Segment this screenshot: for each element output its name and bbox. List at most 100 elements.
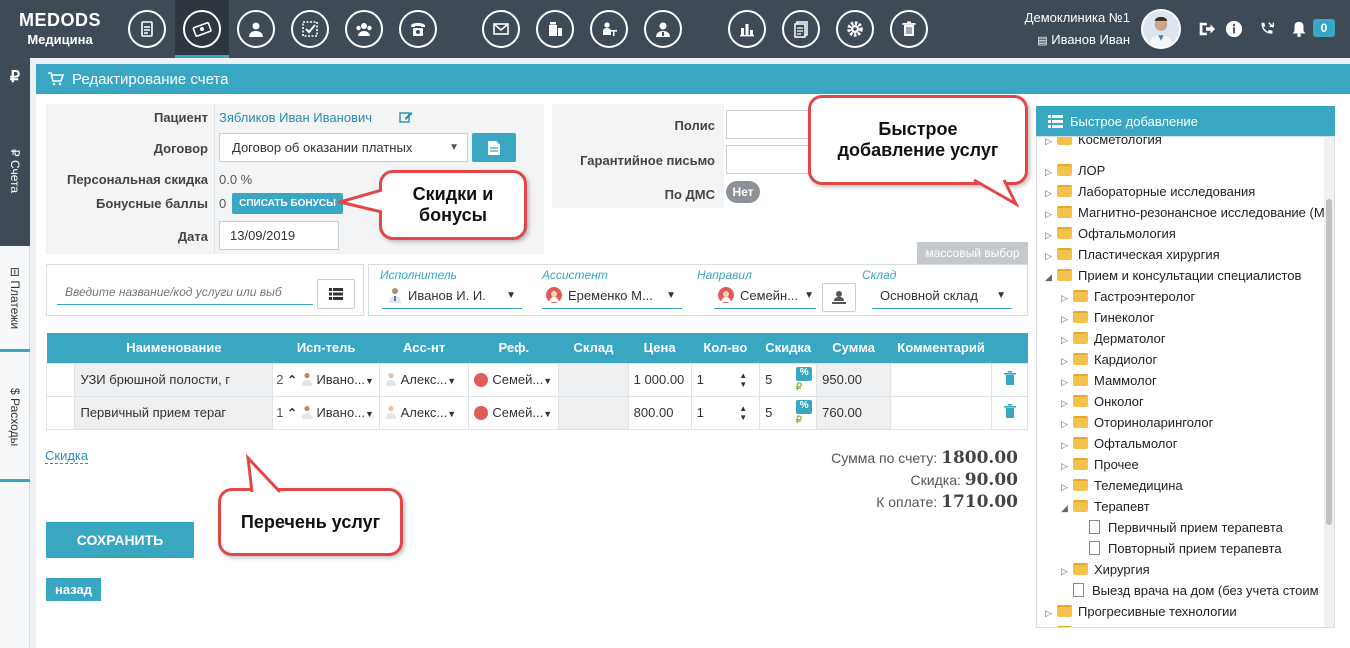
expand-icon[interactable]: ▷: [1061, 435, 1073, 456]
edit-patient-icon[interactable]: [399, 110, 413, 124]
performer-cell[interactable]: 2 ⌃ Ивано...▼: [272, 362, 380, 397]
nav-reception-icon[interactable]: [590, 10, 628, 48]
row-handle[interactable]: [45, 362, 76, 397]
tree-item[interactable]: ▷ Лабораторные исследования: [1045, 181, 1255, 202]
expand-icon[interactable]: ▷: [1045, 183, 1057, 204]
stepper-arrows-icon[interactable]: ▲ ▼: [739, 371, 747, 389]
tree-item[interactable]: ▷ Гастроэнтеролог: [1061, 286, 1195, 307]
collapse-icon[interactable]: ◢: [1045, 267, 1057, 288]
user-avatar[interactable]: [1141, 9, 1181, 49]
dms-toggle[interactable]: Нет: [726, 181, 760, 203]
column-header[interactable]: Цена: [628, 333, 692, 363]
expand-icon[interactable]: ▷: [1045, 624, 1057, 627]
column-header[interactable]: Наименование: [74, 333, 273, 363]
expand-icon[interactable]: ▷: [1061, 477, 1073, 498]
tree-item[interactable]: ▷ Прогресивные технологии: [1045, 601, 1237, 622]
performer-select[interactable]: Иванов И. И. ▼: [382, 285, 522, 309]
expand-icon[interactable]: ▷: [1061, 351, 1073, 372]
nav-pharmacy-icon[interactable]: [536, 10, 574, 48]
tree-item[interactable]: ◢ Прием и консультации специалистов: [1045, 265, 1301, 286]
policy-input[interactable]: [726, 110, 816, 139]
tree-scrollbar[interactable]: [1324, 137, 1334, 627]
scrollbar-thumb[interactable]: [1326, 199, 1332, 525]
tree-item[interactable]: ▷ Косметология: [1045, 137, 1162, 152]
nav-patients-icon[interactable]: [237, 10, 275, 48]
collapse-icon[interactable]: ◢: [1061, 498, 1073, 519]
tree-item[interactable]: ▷ Оториноларинголог: [1061, 412, 1213, 433]
tree-item[interactable]: ◢ Терапевт: [1061, 496, 1150, 517]
quantity-stepper[interactable]: 1 ▲ ▼: [690, 395, 761, 430]
tree-item[interactable]: ▷ Дерматолог: [1061, 328, 1166, 349]
contract-document-button[interactable]: [472, 133, 516, 162]
tree-item[interactable]: ▷ Пластическая хирургия: [1045, 244, 1220, 265]
tree-item[interactable]: Выезд врача на дом (без учета стоим: [1061, 580, 1319, 601]
tree-item[interactable]: ▷ Прочее: [1061, 454, 1139, 475]
column-header[interactable]: Исп-тель: [272, 333, 380, 363]
expand-icon[interactable]: ▷: [1045, 137, 1057, 152]
user-info[interactable]: Демоклиника №1 ▤ Иванов Иван: [1025, 10, 1130, 47]
expand-icon[interactable]: ▷: [1061, 372, 1073, 393]
delete-row-button[interactable]: [991, 395, 1028, 430]
tree-item[interactable]: Первичный прием терапевта: [1077, 517, 1283, 538]
expand-icon[interactable]: ▷: [1045, 162, 1057, 183]
tree-item[interactable]: ▷ ЛОР: [1045, 160, 1105, 181]
expand-icon[interactable]: ▷: [1061, 330, 1073, 351]
move-up-icon[interactable]: ⌃: [287, 406, 297, 420]
nav-trash-icon[interactable]: [890, 10, 928, 48]
nav-documents-icon[interactable]: [782, 10, 820, 48]
stepper-arrows-icon[interactable]: ▲ ▼: [739, 404, 747, 422]
nav-phone-icon[interactable]: [399, 10, 437, 48]
column-header[interactable]: Реф.: [468, 333, 559, 363]
mass-select-button[interactable]: массовый выбор: [917, 242, 1028, 264]
quantity-stepper[interactable]: 1 ▲ ▼: [690, 362, 761, 397]
sidebar-tab-expenses[interactable]: $ Расходы: [0, 356, 30, 482]
nav-analytics-icon[interactable]: [728, 10, 766, 48]
discount-cell[interactable]: 5% ₽: [759, 395, 818, 430]
discount-link[interactable]: Скидка: [45, 448, 89, 464]
expand-icon[interactable]: ▷: [1061, 414, 1073, 435]
info-icon[interactable]: [1224, 19, 1244, 39]
tree-item[interactable]: ▷ Онколог: [1061, 391, 1144, 412]
percent-icon[interactable]: %: [796, 399, 813, 414]
expand-icon[interactable]: ▷: [1045, 225, 1057, 246]
move-up-icon[interactable]: ⌃: [287, 373, 297, 387]
percent-icon[interactable]: %: [796, 366, 813, 381]
expand-icon[interactable]: ▷: [1045, 603, 1057, 624]
tree-item[interactable]: ▷Р: [1045, 622, 1087, 627]
ruble-icon[interactable]: ₽: [0, 58, 30, 96]
nav-billing-icon[interactable]: [183, 10, 221, 48]
expand-icon[interactable]: ▷: [1045, 204, 1057, 225]
service-search-input[interactable]: [57, 279, 313, 305]
logout-icon[interactable]: [1196, 19, 1216, 39]
nav-doctors-icon[interactable]: [644, 10, 682, 48]
comment-cell[interactable]: [890, 395, 992, 430]
nav-records-icon[interactable]: [128, 10, 166, 48]
expand-icon[interactable]: ▷: [1045, 246, 1057, 267]
reception-filter-button[interactable]: [822, 283, 856, 312]
expand-icon[interactable]: ▷: [1061, 309, 1073, 330]
delete-row-button[interactable]: [991, 362, 1028, 397]
performer-cell[interactable]: 1 ⌃ Ивано...▼: [272, 395, 380, 430]
tree-item[interactable]: Повторный прием терапевта: [1077, 538, 1282, 559]
patient-name-link[interactable]: Зябликов Иван Иванович: [219, 110, 372, 125]
column-header[interactable]: Склад: [558, 333, 629, 363]
tree-item[interactable]: ▷ Телемедицина: [1061, 475, 1183, 496]
sidebar-tab-payments[interactable]: ⊟ Платежи: [0, 248, 30, 352]
ruble-discount-icon[interactable]: ₽: [796, 415, 802, 426]
column-header[interactable]: Комментарий: [890, 333, 992, 363]
date-field[interactable]: 13/09/2019: [219, 221, 339, 250]
service-catalog-button[interactable]: [317, 279, 355, 309]
nav-settings-icon[interactable]: [836, 10, 874, 48]
tree-item[interactable]: ▷ Маммолог: [1061, 370, 1157, 391]
expand-icon[interactable]: ▷: [1061, 456, 1073, 477]
price-cell[interactable]: 1 000.00: [627, 362, 692, 397]
price-cell[interactable]: 800.00: [627, 395, 692, 430]
sidebar-tab-invoices[interactable]: ₽ Счета: [0, 96, 30, 246]
guarantee-letter-input[interactable]: [726, 145, 816, 174]
save-button[interactable]: СОХРАНИТЬ: [46, 522, 194, 558]
column-header[interactable]: Кол-во: [691, 333, 760, 363]
notification-badge[interactable]: 0: [1313, 19, 1335, 37]
tree-item[interactable]: ▷ Хирургия: [1061, 559, 1150, 580]
referrer-select[interactable]: Семейн... ▼: [714, 285, 816, 309]
back-button[interactable]: назад: [46, 578, 101, 601]
